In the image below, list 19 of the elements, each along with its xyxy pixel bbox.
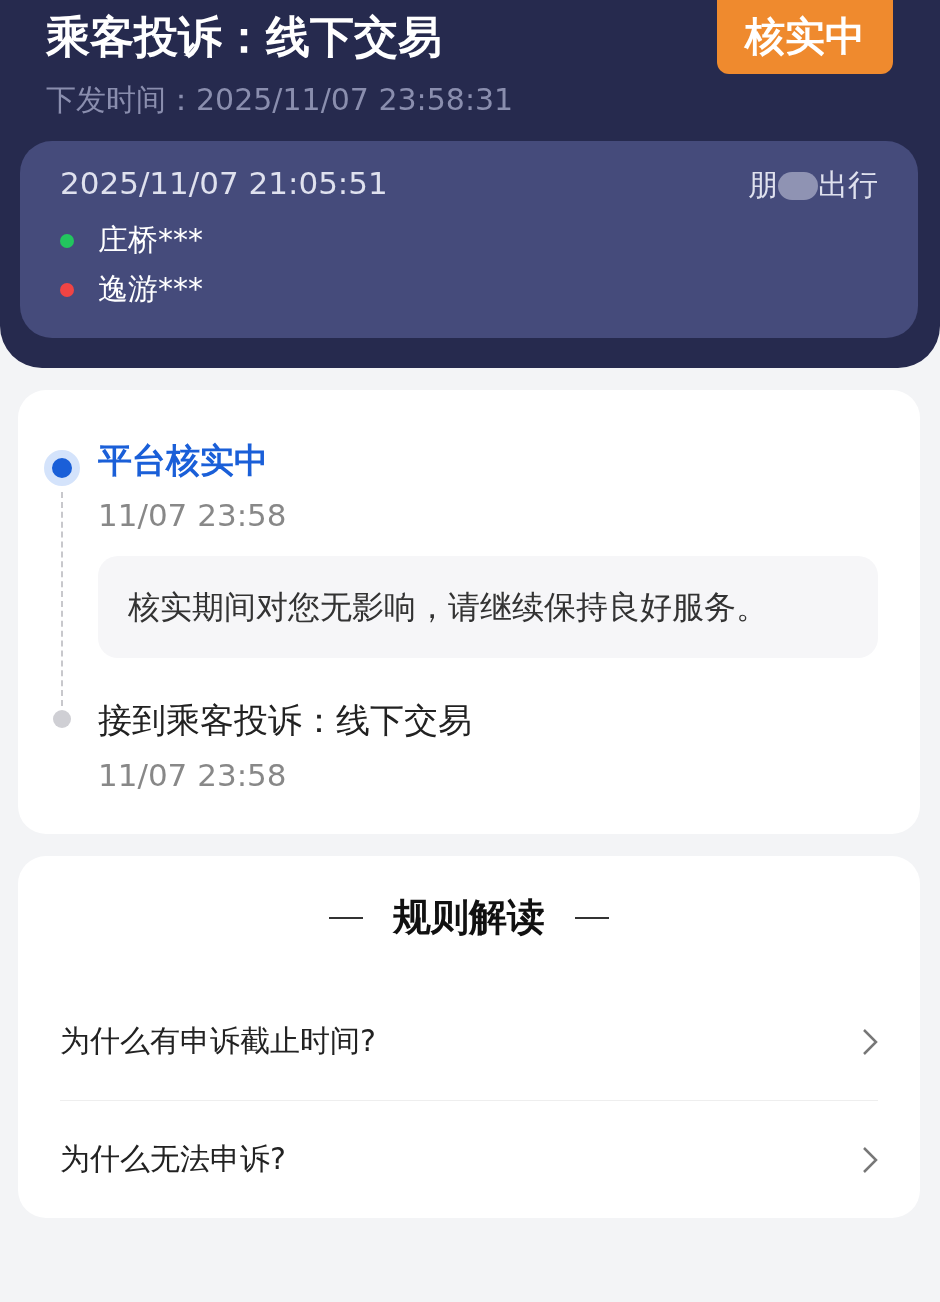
blur-patch (778, 171, 818, 200)
issued-time: 下发时间：2025/11/07 23:58:31 (45, 81, 515, 119)
brand-text: 出行 (818, 166, 878, 204)
faq-row[interactable]: 为什么无法申诉? (60, 1101, 878, 1218)
faq-row[interactable]: 为什么有申诉截止时间? (60, 983, 878, 1101)
location-name: 庄桥*** (98, 221, 203, 259)
brand-text: 朋 (748, 166, 778, 204)
status-badge: 核实中 (717, 0, 893, 74)
page-title: 乘客投诉：线下交易 (46, 10, 442, 64)
chevron-right-icon (862, 1027, 878, 1056)
section-title: 规则解读 (393, 894, 545, 941)
timeline-title: 接到乘客投诉：线下交易 (98, 699, 473, 742)
trip-time: 2025/11/07 21:05:51 (60, 165, 388, 203)
chevron-right-icon (862, 1145, 878, 1174)
location-name: 逸游*** (98, 270, 203, 308)
timeline-time: 11/07 23:58 (98, 496, 288, 535)
timeline-title: 平台核实中 (98, 439, 269, 482)
timeline-time: 11/07 23:58 (98, 756, 288, 795)
note-text: 核实期间对您无影响，请继续保持良好服务。 (98, 556, 878, 658)
